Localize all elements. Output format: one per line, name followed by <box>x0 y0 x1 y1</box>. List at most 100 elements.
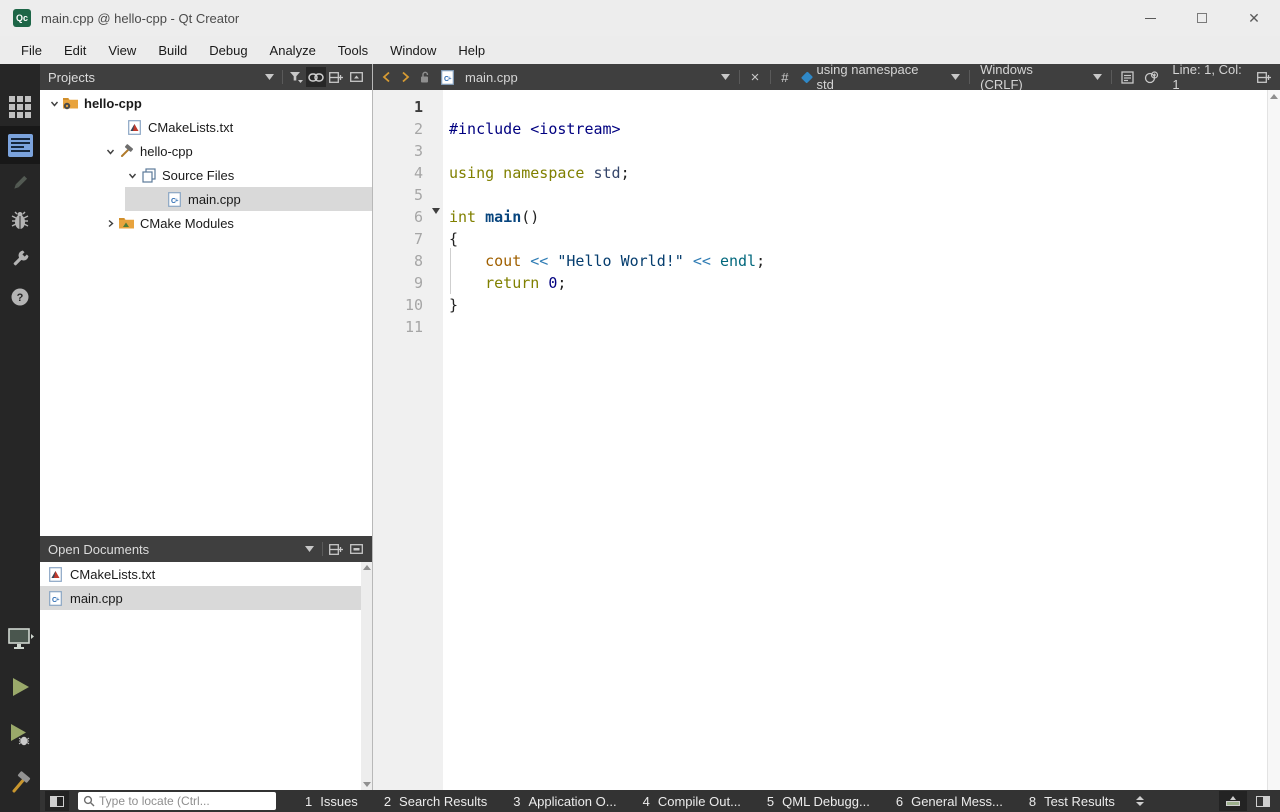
menu-bar: File Edit View Build Debug Analyze Tools… <box>0 36 1280 64</box>
chevron-right-icon[interactable] <box>102 219 118 228</box>
output-pane-search-results[interactable]: 2Search Results <box>371 790 500 812</box>
open-file-dropdown[interactable]: main.cpp <box>465 70 518 85</box>
output-pane-compile-output[interactable]: 4Compile Out... <box>630 790 754 812</box>
mode-design[interactable] <box>0 164 40 202</box>
symbol-dropdown[interactable]: using namespace std <box>817 62 927 92</box>
tree-item-build-target[interactable]: hello-cpp <box>40 139 372 163</box>
encoding-button[interactable] <box>1139 64 1164 90</box>
code-line[interactable]: #include <iostream> <box>449 118 1267 140</box>
code-line[interactable]: cout << "Hello World!" << endl; <box>449 250 1267 272</box>
menu-file[interactable]: File <box>10 39 53 62</box>
split-editor-button[interactable] <box>1252 72 1276 83</box>
navigate-back-button[interactable] <box>377 64 396 90</box>
project-folder-gear-icon <box>62 96 79 110</box>
menu-edit[interactable]: Edit <box>53 39 97 62</box>
tree-item-project-root[interactable]: hello-cpp <box>40 91 372 115</box>
minimize-button[interactable] <box>1124 0 1176 36</box>
code-line[interactable] <box>449 184 1267 206</box>
close-panel-button[interactable] <box>346 67 366 87</box>
line-number: 10 <box>373 294 423 316</box>
output-pane-issues[interactable]: 1Issues <box>292 790 371 812</box>
code-line[interactable]: int main() <box>449 206 1267 228</box>
menu-tools[interactable]: Tools <box>327 39 379 62</box>
output-pane-qml-debugger[interactable]: 5QML Debugg... <box>754 790 883 812</box>
open-documents-scrollbar[interactable] <box>361 562 372 790</box>
run-button[interactable] <box>0 668 40 706</box>
code-line[interactable]: } <box>449 294 1267 316</box>
filter-button[interactable] <box>286 67 306 87</box>
arrow-down-icon <box>1136 802 1144 806</box>
kit-selector-button[interactable] <box>0 620 40 658</box>
line-ending-dropdown-arrow[interactable] <box>1088 64 1107 90</box>
chevron-down-icon[interactable] <box>46 99 62 108</box>
code-line[interactable] <box>449 316 1267 338</box>
line-ending-dropdown[interactable]: Windows (CRLF) <box>980 62 1068 92</box>
open-doc-main-cpp[interactable]: C+ main.cpp <box>40 586 362 610</box>
mode-help[interactable]: ? <box>0 278 40 316</box>
menu-build[interactable]: Build <box>147 39 198 62</box>
code-content[interactable]: #include <iostream> using namespace std;… <box>443 90 1267 790</box>
output-pane-cycle-button[interactable] <box>1136 796 1144 806</box>
encoding-icon <box>1144 71 1159 84</box>
close-panel-button[interactable] <box>346 539 366 559</box>
menu-help[interactable]: Help <box>447 39 496 62</box>
tree-item-cmake-modules[interactable]: CMake Modules <box>40 211 372 235</box>
tree-item-cmakelists[interactable]: CMakeLists.txt <box>40 115 372 139</box>
mode-welcome[interactable] <box>0 88 40 126</box>
mode-edit[interactable] <box>0 126 40 164</box>
cpp-file-icon: C+ <box>47 591 64 606</box>
tree-item-source-files[interactable]: Source Files <box>40 163 372 187</box>
panel-mode-dropdown[interactable] <box>299 539 319 559</box>
tree-item-label: hello-cpp <box>84 96 142 111</box>
open-doc-cmakelists[interactable]: CMakeLists.txt <box>40 562 362 586</box>
menu-window[interactable]: Window <box>379 39 447 62</box>
split-panel-button[interactable] <box>326 67 346 87</box>
code-line[interactable] <box>449 140 1267 162</box>
chevron-down-icon <box>265 74 274 80</box>
build-button[interactable] <box>0 764 40 802</box>
symbol-dropdown-arrow[interactable] <box>946 64 965 90</box>
split-panel-button[interactable] <box>326 539 346 559</box>
maximize-button[interactable] <box>1176 0 1228 36</box>
sync-with-editor-button[interactable] <box>306 67 326 87</box>
menu-debug[interactable]: Debug <box>198 39 258 62</box>
code-line[interactable]: using namespace std; <box>449 162 1267 184</box>
code-editor[interactable]: 1 2 3 4 5 6 7 8 9 10 11 <box>373 90 1280 790</box>
file-dropdown-arrow[interactable] <box>716 64 735 90</box>
toggle-left-sidebar-button[interactable] <box>45 791 69 811</box>
locator[interactable] <box>78 792 276 810</box>
arrow-up-icon <box>1230 796 1236 800</box>
chevron-down-icon[interactable] <box>102 147 118 156</box>
line-number: 2 <box>373 118 423 140</box>
editor-properties-button[interactable] <box>1116 64 1139 90</box>
code-line[interactable] <box>449 96 1267 118</box>
chevron-down-icon[interactable] <box>124 171 140 180</box>
mode-debug[interactable] <box>0 202 40 240</box>
code-line[interactable]: { <box>449 228 1267 250</box>
mode-projects[interactable] <box>0 240 40 278</box>
menu-analyze[interactable]: Analyze <box>259 39 327 62</box>
unlocked-padlock-icon <box>420 71 431 83</box>
file-lock-indicator[interactable] <box>415 64 436 90</box>
debug-run-button[interactable] <box>0 716 40 754</box>
navigate-forward-button[interactable] <box>396 64 415 90</box>
fold-marker-icon[interactable] <box>432 208 440 214</box>
output-pane-application-output[interactable]: 3Application O... <box>500 790 629 812</box>
close-document-button[interactable]: × <box>744 69 767 86</box>
line-number: 11 <box>373 316 423 338</box>
welcome-grid-icon <box>9 96 31 118</box>
tree-item-main-cpp[interactable]: C+ main.cpp <box>125 187 372 211</box>
close-button[interactable]: ✕ <box>1228 0 1280 36</box>
line-number: 1 <box>373 96 423 118</box>
pencil-icon <box>10 173 30 193</box>
toggle-right-sidebar-button[interactable] <box>1256 796 1270 807</box>
document-lines-icon <box>1121 71 1134 84</box>
code-line[interactable]: return 0; <box>449 272 1267 294</box>
menu-view[interactable]: View <box>97 39 147 62</box>
maximize-output-pane-button[interactable] <box>1219 791 1247 811</box>
output-pane-general-messages[interactable]: 6General Mess... <box>883 790 1016 812</box>
output-pane-test-results[interactable]: 8Test Results <box>1016 790 1128 812</box>
editor-scrollbar[interactable] <box>1267 90 1280 790</box>
panel-mode-dropdown[interactable] <box>259 67 279 87</box>
locator-input[interactable] <box>99 794 259 808</box>
